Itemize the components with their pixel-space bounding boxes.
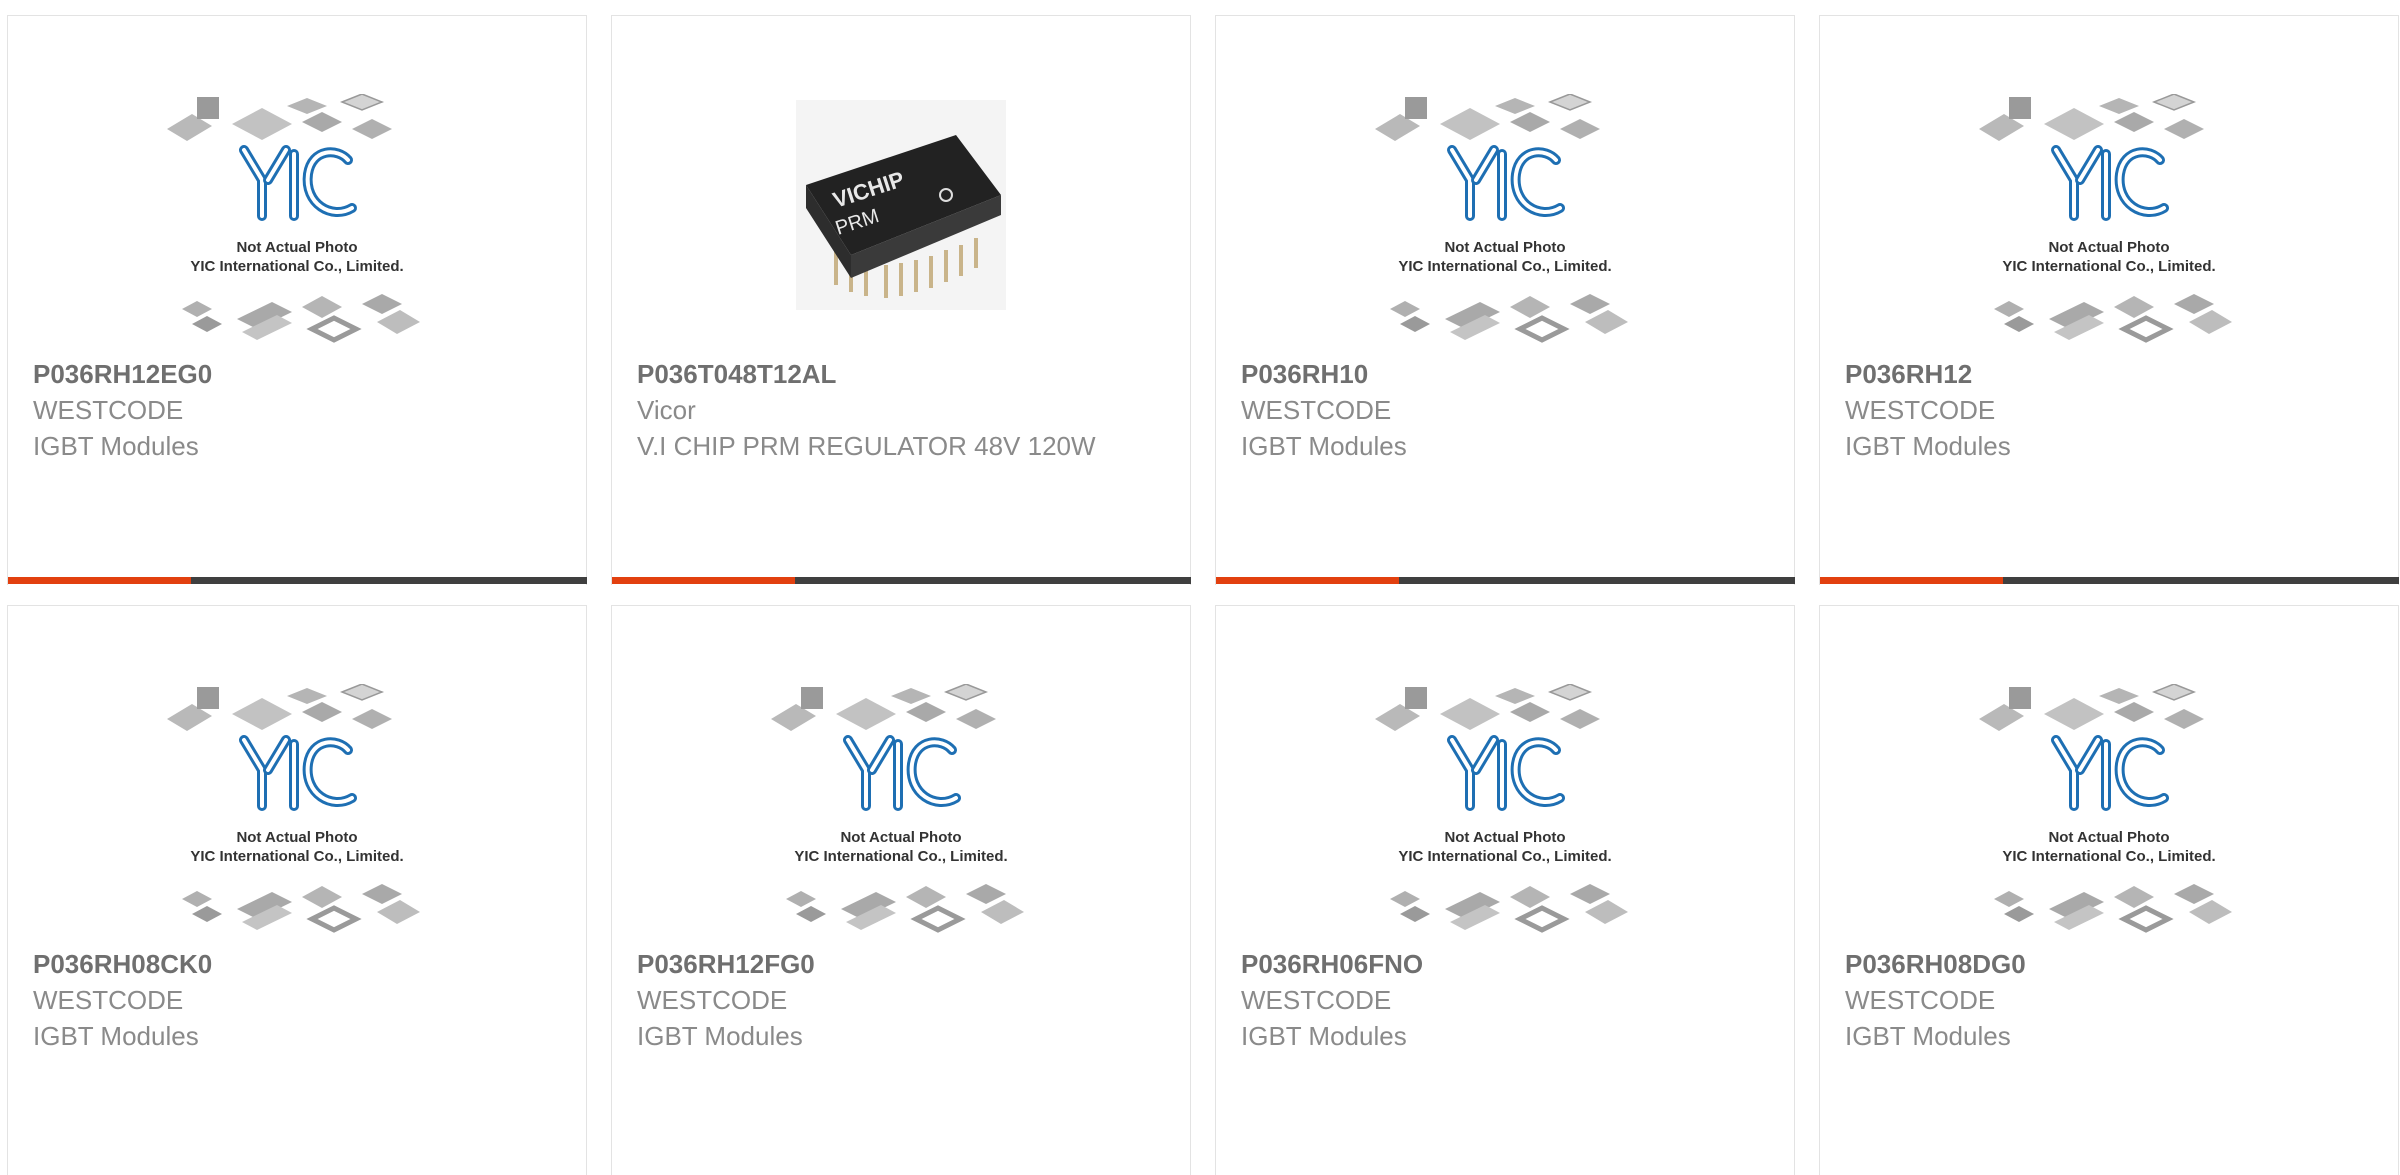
card-accent-bar <box>612 577 1191 584</box>
product-info: P036RH12 WESTCODE IGBT Modules <box>1845 356 2373 464</box>
manufacturer: WESTCODE <box>637 985 788 1015</box>
svg-text:YIC International Co., Limited: YIC International Co., Limited. <box>190 258 403 275</box>
svg-text:Not Actual Photo: Not Actual Photo <box>1444 829 1565 846</box>
manufacturer: WESTCODE <box>1241 985 1392 1015</box>
part-number[interactable]: P036RH10 <box>1241 356 1769 392</box>
product-image[interactable]: Not Actual Photo YIC International Co., … <box>1820 684 2398 954</box>
product-image[interactable]: Not Actual Photo YIC International Co., … <box>1820 94 2398 364</box>
product-image[interactable]: Not Actual Photo YIC International Co., … <box>1216 684 1794 954</box>
part-number[interactable]: P036RH12FG0 <box>637 946 1165 982</box>
product-info: P036RH10 WESTCODE IGBT Modules <box>1241 356 1769 464</box>
placeholder-image: Not Actual Photo YIC International Co., … <box>766 684 1036 954</box>
manufacturer: WESTCODE <box>1241 395 1392 425</box>
svg-text:Not Actual Photo: Not Actual Photo <box>2048 829 2169 846</box>
product-image[interactable]: VICHIP PRM <box>612 94 1190 364</box>
placeholder-image: Not Actual Photo YIC International Co., … <box>162 684 432 954</box>
product-info: P036RH06FNO WESTCODE IGBT Modules <box>1241 946 1769 1054</box>
manufacturer: WESTCODE <box>33 985 184 1015</box>
placeholder-image: Not Actual Photo YIC International Co., … <box>1370 684 1640 954</box>
product-photo: VICHIP PRM <box>796 100 1006 310</box>
svg-text:Not Actual Photo: Not Actual Photo <box>840 829 961 846</box>
placeholder-image: Not Actual Photo YIC International Co., … <box>1974 94 2244 364</box>
svg-text:YIC International Co., Limited: YIC International Co., Limited. <box>1398 848 1611 865</box>
description: IGBT Modules <box>33 431 199 461</box>
description: IGBT Modules <box>637 1021 803 1051</box>
product-image[interactable]: Not Actual Photo YIC International Co., … <box>8 94 586 364</box>
product-card[interactable]: VICHIP PRM P036T048T12AL Vicor V.I CHIP … <box>611 15 1191 585</box>
product-image[interactable]: Not Actual Photo YIC International Co., … <box>1216 94 1794 364</box>
svg-text:YIC International Co., Limited: YIC International Co., Limited. <box>1398 258 1611 275</box>
part-number[interactable]: P036RH08CK0 <box>33 946 561 982</box>
part-number[interactable]: P036RH06FNO <box>1241 946 1769 982</box>
description: IGBT Modules <box>1845 431 2011 461</box>
product-card[interactable]: Not Actual Photo YIC International Co., … <box>7 605 587 1175</box>
product-card[interactable]: Not Actual Photo YIC International Co., … <box>7 15 587 585</box>
manufacturer: WESTCODE <box>1845 985 1996 1015</box>
svg-text:Not Actual Photo: Not Actual Photo <box>236 239 357 256</box>
manufacturer: Vicor <box>637 395 696 425</box>
part-number[interactable]: P036T048T12AL <box>637 356 1165 392</box>
card-accent-bar <box>8 577 587 584</box>
description: V.I CHIP PRM REGULATOR 48V 120W <box>637 431 1096 461</box>
product-info: P036RH08DG0 WESTCODE IGBT Modules <box>1845 946 2373 1054</box>
part-number[interactable]: P036RH08DG0 <box>1845 946 2373 982</box>
svg-text:YIC International Co., Limited: YIC International Co., Limited. <box>2002 848 2215 865</box>
placeholder-image: Not Actual Photo YIC International Co., … <box>1370 94 1640 364</box>
svg-text:YIC International Co., Limited: YIC International Co., Limited. <box>2002 258 2215 275</box>
svg-text:YIC International Co., Limited: YIC International Co., Limited. <box>794 848 1007 865</box>
product-info: P036RH12FG0 WESTCODE IGBT Modules <box>637 946 1165 1054</box>
product-card[interactable]: Not Actual Photo YIC International Co., … <box>1819 15 2399 585</box>
description: IGBT Modules <box>33 1021 199 1051</box>
product-image[interactable]: Not Actual Photo YIC International Co., … <box>612 684 1190 954</box>
description: IGBT Modules <box>1241 431 1407 461</box>
product-card[interactable]: Not Actual Photo YIC International Co., … <box>1215 605 1795 1175</box>
svg-text:YIC International Co., Limited: YIC International Co., Limited. <box>190 848 403 865</box>
product-card[interactable]: Not Actual Photo YIC International Co., … <box>611 605 1191 1175</box>
product-info: P036RH12EG0 WESTCODE IGBT Modules <box>33 356 561 464</box>
description: IGBT Modules <box>1845 1021 2011 1051</box>
card-accent-bar <box>1216 577 1795 584</box>
svg-text:Not Actual Photo: Not Actual Photo <box>236 829 357 846</box>
placeholder-image: Not Actual Photo YIC International Co., … <box>162 94 432 364</box>
manufacturer: WESTCODE <box>1845 395 1996 425</box>
product-card[interactable]: Not Actual Photo YIC International Co., … <box>1215 15 1795 585</box>
card-accent-bar <box>1820 577 2399 584</box>
svg-text:Not Actual Photo: Not Actual Photo <box>1444 239 1565 256</box>
placeholder-image: Not Actual Photo YIC International Co., … <box>1974 684 2244 954</box>
part-number[interactable]: P036RH12 <box>1845 356 2373 392</box>
product-card[interactable]: Not Actual Photo YIC International Co., … <box>1819 605 2399 1175</box>
svg-text:Not Actual Photo: Not Actual Photo <box>2048 239 2169 256</box>
product-grid: Not Actual Photo YIC International Co., … <box>7 15 2399 1175</box>
manufacturer: WESTCODE <box>33 395 184 425</box>
product-info: P036RH08CK0 WESTCODE IGBT Modules <box>33 946 561 1054</box>
part-number[interactable]: P036RH12EG0 <box>33 356 561 392</box>
description: IGBT Modules <box>1241 1021 1407 1051</box>
product-image[interactable]: Not Actual Photo YIC International Co., … <box>8 684 586 954</box>
product-info: P036T048T12AL Vicor V.I CHIP PRM REGULAT… <box>637 356 1165 464</box>
